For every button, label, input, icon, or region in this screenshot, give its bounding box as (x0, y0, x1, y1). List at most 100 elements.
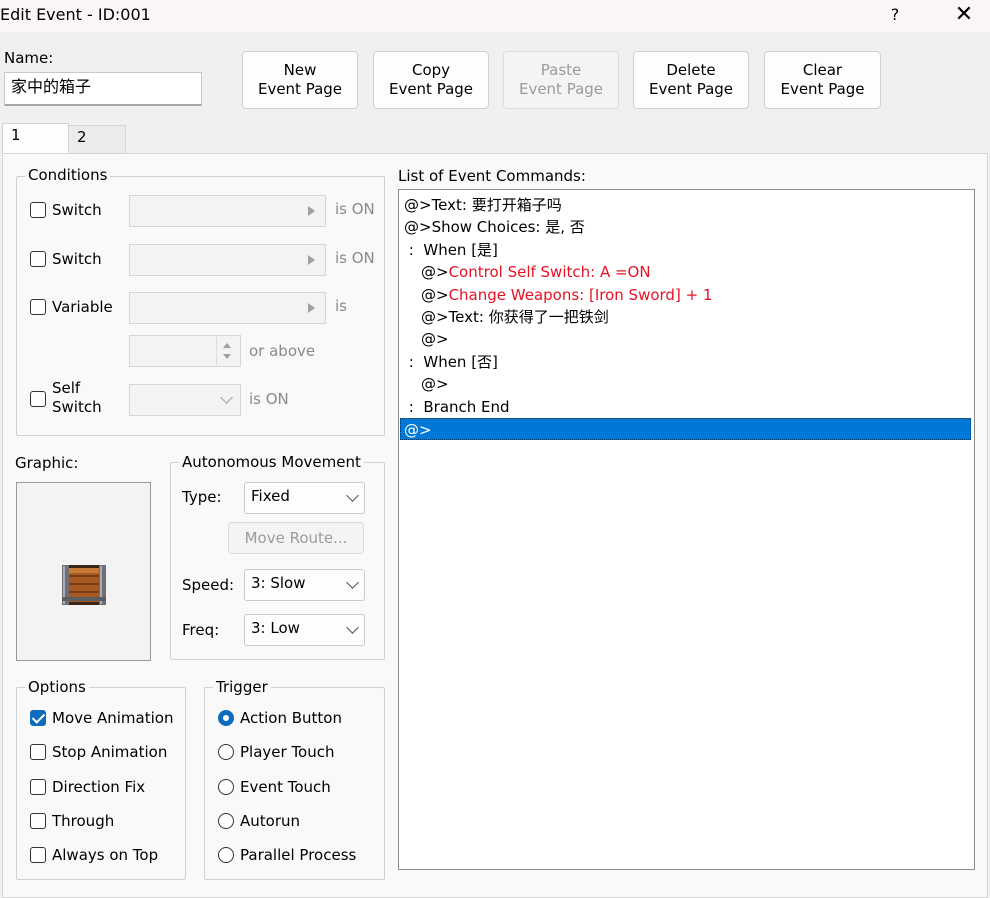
event-command-row[interactable]: : When [否] (404, 351, 498, 373)
trigger-radio[interactable] (218, 744, 234, 760)
name-label: Name: (4, 49, 54, 67)
self-switch-suffix: is ON (249, 390, 289, 408)
switch1-checkbox[interactable] (30, 202, 46, 218)
commands-label: List of Event Commands: (398, 167, 586, 185)
option-checkbox[interactable] (30, 710, 46, 726)
self-switch-checkbox[interactable] (30, 391, 46, 407)
freq-select[interactable]: 3: Low (244, 614, 365, 646)
command-prefix: @> (421, 330, 449, 349)
trigger-radio[interactable] (218, 813, 234, 829)
event-command-row[interactable]: @>Control Self Switch: A =ON (421, 261, 651, 283)
option-checkbox[interactable] (30, 779, 46, 795)
command-body: Control Self Switch: A =ON (448, 263, 651, 282)
trigger-label[interactable]: Autorun (240, 812, 300, 830)
chevron-down-icon (346, 489, 359, 502)
trigger-radio[interactable] (218, 779, 234, 795)
command-prefix: @>Text: (421, 308, 489, 326)
freq-label: Freq: (182, 621, 220, 639)
arrow-right-icon (308, 303, 315, 313)
copy-event-page-button[interactable]: Copy Event Page (373, 51, 489, 109)
event-command-row[interactable]: : When [是] (404, 239, 498, 261)
option-label[interactable]: Always on Top (52, 846, 158, 864)
switch1-label: Switch (52, 201, 102, 219)
event-command-row-selected[interactable]: @> (400, 418, 971, 440)
command-prefix: @>Text: (404, 196, 472, 214)
variable-suffix: is (335, 297, 347, 315)
command-body: 你获得了一把铁剑 (488, 308, 609, 326)
or-above-label: or above (249, 342, 316, 360)
command-body: 是, 否 (545, 218, 585, 237)
stepper-down-icon[interactable] (223, 354, 231, 359)
trigger-legend: Trigger (213, 678, 271, 696)
event-command-row[interactable]: @>Change Weapons: [Iron Sword] + 1 (421, 284, 712, 306)
chevron-down-icon (346, 621, 359, 634)
help-button[interactable]: ? (880, 2, 910, 28)
event-command-row[interactable]: @>Text: 要打开箱子吗 (404, 194, 562, 216)
variable-value-stepper[interactable] (129, 335, 241, 367)
command-prefix: @> (421, 375, 449, 394)
command-body: [否] (471, 352, 498, 371)
stepper-up-icon[interactable] (223, 343, 231, 348)
trigger-label[interactable]: Event Touch (240, 778, 331, 796)
new-event-page-button[interactable]: New Event Page (242, 51, 358, 109)
switch2-checkbox[interactable] (30, 251, 46, 267)
paste-event-page-button[interactable]: Paste Event Page (503, 51, 619, 109)
command-prefix: @> (404, 421, 432, 439)
option-label[interactable]: Move Animation (52, 709, 173, 727)
switch2-select[interactable] (129, 244, 326, 276)
command-prefix: @> (421, 285, 449, 304)
chevron-down-icon (346, 576, 359, 589)
graphic-label: Graphic: (15, 454, 79, 472)
clear-event-page-button[interactable]: Clear Event Page (764, 51, 881, 109)
self-switch-label: Self Switch (52, 379, 102, 416)
variable-select[interactable] (129, 292, 326, 324)
trigger-label[interactable]: Parallel Process (240, 846, 356, 864)
conditions-legend: Conditions (25, 166, 111, 184)
option-checkbox[interactable] (30, 847, 46, 863)
move-route-button[interactable]: Move Route... (228, 522, 364, 554)
close-button[interactable]: ✕ (944, 2, 984, 28)
command-body: Change Weapons: [Iron Sword] + 1 (448, 285, 713, 304)
chevron-down-icon (220, 391, 233, 404)
trigger-radio[interactable] (218, 710, 234, 726)
option-label[interactable]: Direction Fix (52, 778, 145, 796)
tab-page-2[interactable]: 2 (68, 125, 126, 153)
option-label[interactable]: Stop Animation (52, 743, 167, 761)
switch1-select[interactable] (129, 195, 326, 227)
trigger-label[interactable]: Action Button (240, 709, 342, 727)
option-checkbox[interactable] (30, 744, 46, 760)
option-checkbox[interactable] (30, 813, 46, 829)
command-prefix: : Branch End (404, 397, 510, 416)
graphic-preview[interactable] (16, 482, 151, 661)
event-command-row[interactable]: @>Show Choices: 是, 否 (404, 216, 585, 238)
event-command-row[interactable]: @> (421, 328, 449, 350)
delete-event-page-button[interactable]: Delete Event Page (633, 51, 749, 109)
name-input[interactable]: 家中的箱子 (4, 72, 202, 106)
autonomous-movement-legend: Autonomous Movement (179, 453, 364, 471)
options-legend: Options (25, 678, 89, 696)
event-command-row[interactable]: @> (421, 373, 449, 395)
switch2-label: Switch (52, 250, 102, 268)
command-prefix: : When (404, 352, 472, 371)
window-title: Edit Event - ID:001 (0, 5, 151, 24)
event-command-row[interactable]: @>Text: 你获得了一把铁剑 (421, 306, 609, 328)
treasure-chest-icon (62, 565, 106, 605)
command-prefix: : When (404, 240, 472, 259)
trigger-radio[interactable] (218, 847, 234, 863)
option-label[interactable]: Through (52, 812, 114, 830)
speed-select[interactable]: 3: Slow (244, 569, 365, 601)
switch1-suffix: is ON (335, 200, 375, 218)
type-select[interactable]: Fixed (244, 482, 365, 514)
tab-page-1[interactable]: 1 (2, 123, 69, 153)
variable-checkbox[interactable] (30, 299, 46, 315)
self-switch-select[interactable] (129, 384, 241, 416)
trigger-label[interactable]: Player Touch (240, 743, 335, 761)
variable-label: Variable (52, 298, 113, 316)
arrow-right-icon (308, 206, 315, 216)
event-command-row[interactable]: : Branch End (404, 396, 510, 418)
arrow-right-icon (308, 255, 315, 265)
command-prefix: @>Show Choices: (404, 218, 546, 237)
command-body: [是] (471, 240, 498, 259)
command-prefix: @> (421, 263, 449, 282)
event-commands-list[interactable]: @>Text: 要打开箱子吗 @>Show Choices: 是, 否 : Whe… (398, 189, 975, 870)
